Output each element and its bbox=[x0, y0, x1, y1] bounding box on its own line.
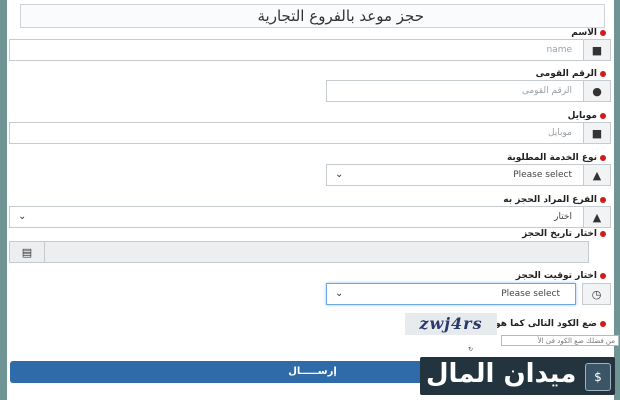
user-icon: ■ bbox=[583, 123, 610, 143]
captcha-input[interactable]: من فضلك ضع الكود فى الأ bbox=[501, 335, 619, 346]
chevron-down-icon: ⌄ bbox=[335, 169, 344, 180]
mobile-label: موبايل bbox=[568, 111, 606, 121]
service-select[interactable]: ▲ Please select ⌄ bbox=[326, 164, 611, 186]
captcha-image: zwj4rs bbox=[405, 313, 497, 335]
chevron-down-icon: ⌄ bbox=[18, 211, 27, 222]
shield-icon: $ bbox=[585, 363, 611, 391]
branch-select[interactable]: ▲ اختار ⌄ bbox=[9, 206, 611, 228]
national-id-input[interactable]: ● الرقم القومى bbox=[326, 80, 611, 102]
branch-value: اختار bbox=[554, 212, 572, 222]
required-dot bbox=[600, 320, 606, 327]
national-id-label: الرقم القومى bbox=[536, 69, 606, 79]
calendar-icon[interactable]: ▤ bbox=[10, 242, 45, 262]
chevron-down-icon: ⌄ bbox=[335, 288, 344, 299]
service-value: Please select bbox=[513, 170, 572, 180]
time-label: اختار توقيت الحجز bbox=[516, 271, 606, 281]
required-dot bbox=[600, 272, 606, 279]
road-icon: ▲ bbox=[583, 207, 610, 227]
branch-label: الفرع المراد الحجز به bbox=[503, 195, 606, 205]
watermark-text: ميدان المال bbox=[426, 359, 577, 389]
captcha-label: ضع الكود التالى كما هو bbox=[495, 319, 606, 329]
time-select[interactable]: Please select ⌄ bbox=[326, 283, 576, 305]
required-dot bbox=[600, 112, 606, 119]
required-dot bbox=[600, 29, 606, 36]
left-border bbox=[0, 0, 7, 400]
required-dot bbox=[600, 196, 606, 203]
date-label: اختار تاريخ الحجز bbox=[522, 229, 606, 239]
national-id-placeholder: الرقم القومى bbox=[521, 86, 572, 96]
form-title-bar: حجز موعد بالفروع التجارية bbox=[20, 4, 605, 28]
service-label: نوع الخدمة المطلوبة bbox=[507, 153, 606, 163]
clock-icon: ◷ bbox=[582, 283, 611, 305]
name-placeholder: name bbox=[546, 45, 572, 55]
map-marker-icon: ● bbox=[583, 81, 610, 101]
watermark-logo: ميدان المال $ bbox=[420, 357, 615, 395]
name-label: الاسم bbox=[571, 28, 606, 38]
page-title: حجز موعد بالفروع التجارية bbox=[257, 7, 425, 25]
required-dot bbox=[600, 154, 606, 161]
user-icon: ■ bbox=[583, 40, 610, 60]
date-input[interactable]: ▤ bbox=[9, 241, 589, 263]
mobile-placeholder: موبايل bbox=[547, 128, 572, 138]
mobile-input[interactable]: ■ موبايل bbox=[9, 122, 611, 144]
name-input[interactable]: ■ name bbox=[9, 39, 611, 61]
refresh-icon[interactable]: ↻ bbox=[468, 346, 473, 353]
required-dot bbox=[600, 230, 606, 237]
time-value: Please select bbox=[501, 289, 560, 299]
required-dot bbox=[600, 70, 606, 77]
road-icon: ▲ bbox=[583, 165, 610, 185]
